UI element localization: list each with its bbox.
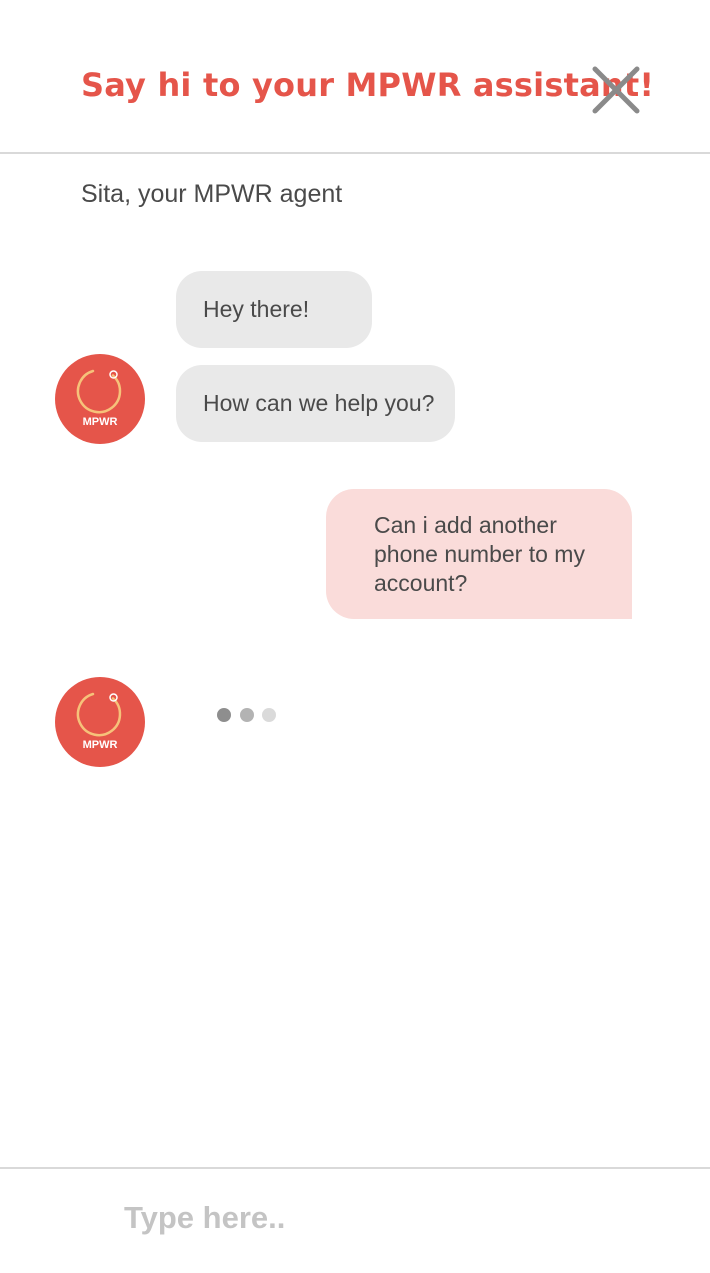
mpwr-logo-icon: [76, 692, 122, 737]
agent-avatar: MPWR: [55, 677, 145, 767]
typing-dot: [262, 708, 276, 722]
mpwr-logo-icon: [76, 369, 122, 414]
message-text: How can we help you?: [203, 390, 435, 416]
agent-message: How can we help you?: [176, 365, 455, 442]
close-button[interactable]: [590, 64, 642, 116]
typing-dot: [217, 708, 231, 722]
close-x-icon: [592, 66, 640, 114]
message-text: Can i add another phone number to my acc…: [374, 512, 585, 596]
message-input[interactable]: [124, 1193, 664, 1243]
avatar-text: MPWR: [82, 739, 118, 751]
user-message: Can i add another phone number to my acc…: [326, 489, 632, 619]
avatar-text: MPWR: [82, 416, 118, 428]
agent-message: Hey there!: [176, 271, 372, 348]
composer-bar: [0, 1167, 710, 1273]
agent-avatar: MPWR: [55, 354, 145, 444]
typing-dot: [240, 708, 254, 722]
agent-label: Sita, your MPWR agent: [81, 180, 343, 208]
header-title: Say hi to your MPWR assistant!: [81, 66, 655, 104]
message-text: Hey there!: [203, 296, 310, 322]
chat-header: Say hi to your MPWR assistant!: [0, 0, 710, 154]
